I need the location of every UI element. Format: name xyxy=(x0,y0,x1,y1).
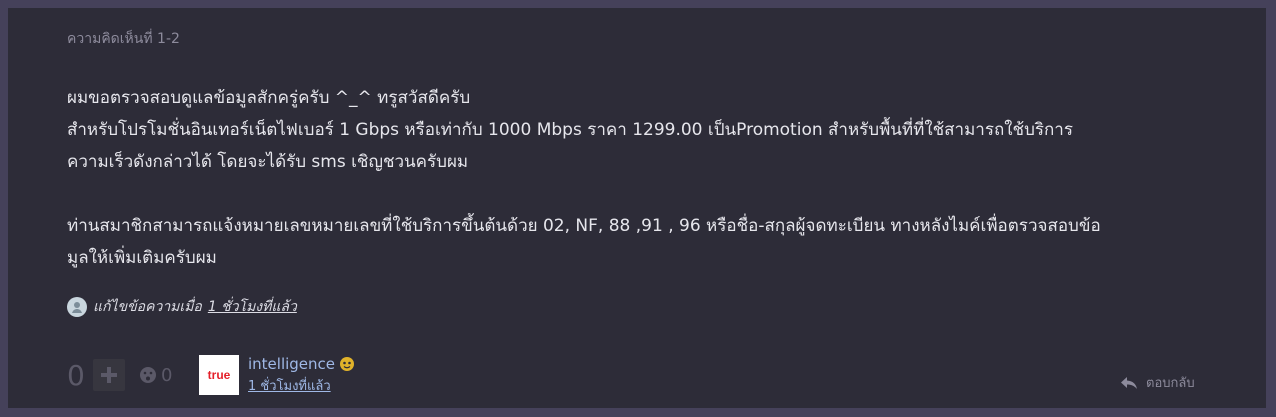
author-info: intelligence 1 ชั่วโมงที่แล้ว xyxy=(248,355,355,396)
author-avatar[interactable]: true xyxy=(199,355,239,395)
comment-body: ผมขอตรวจสอบดูแลข้อมูลสักครู่ครับ ^_^ ทรู… xyxy=(67,82,1217,274)
member-badge-icon xyxy=(340,357,355,371)
comment-card: ความคิดเห็นที่ 1-2 ผมขอตรวจสอบดูแลข้อมูล… xyxy=(8,8,1266,408)
body-line: มูลให้เพิ่มเติมครับผม xyxy=(67,248,217,268)
edit-label: แก้ไขข้อความเมื่อ xyxy=(93,299,202,315)
reply-button[interactable]: ตอบกลับ xyxy=(1120,372,1195,393)
emotion-button[interactable]: 0 xyxy=(139,365,172,386)
author-name[interactable]: intelligence xyxy=(248,355,335,373)
emotion-face-icon xyxy=(140,367,156,383)
body-line: ผมขอตรวจสอบดูแลข้อมูลสักครู่ครับ ^_^ ทรู… xyxy=(67,88,471,108)
body-line: ท่านสมาชิกสามารถแจ้งหมายเลขหมายเลขที่ใช้… xyxy=(67,216,1101,236)
vote-score: 0 xyxy=(67,358,85,392)
body-line: สำหรับโปรโมชั่นอินเทอร์เน็ตไฟเบอร์ 1 Gbp… xyxy=(67,120,1073,140)
vote-bar: 0 0 xyxy=(67,356,172,394)
avatar-logo-text: true xyxy=(207,368,231,382)
posted-time-link[interactable]: 1 ชั่วโมงที่แล้ว xyxy=(248,375,355,396)
plus-vote-button[interactable] xyxy=(93,359,125,391)
edit-time-link[interactable]: 1 ชั่วโมงที่แล้ว xyxy=(208,296,297,318)
edit-note: แก้ไขข้อความเมื่อ 1 ชั่วโมงที่แล้ว xyxy=(67,296,297,318)
comment-number: ความคิดเห็นที่ 1-2 xyxy=(67,31,180,47)
editor-avatar-icon xyxy=(67,297,87,317)
plus-icon xyxy=(101,367,117,383)
reply-label: ตอบกลับ xyxy=(1146,376,1195,391)
reply-arrow-icon xyxy=(1121,376,1137,389)
emotion-count: 0 xyxy=(161,364,173,386)
body-line: ความเร็วดังกล่าวได้ โดยจะได้รับ sms เชิญ… xyxy=(67,152,469,172)
